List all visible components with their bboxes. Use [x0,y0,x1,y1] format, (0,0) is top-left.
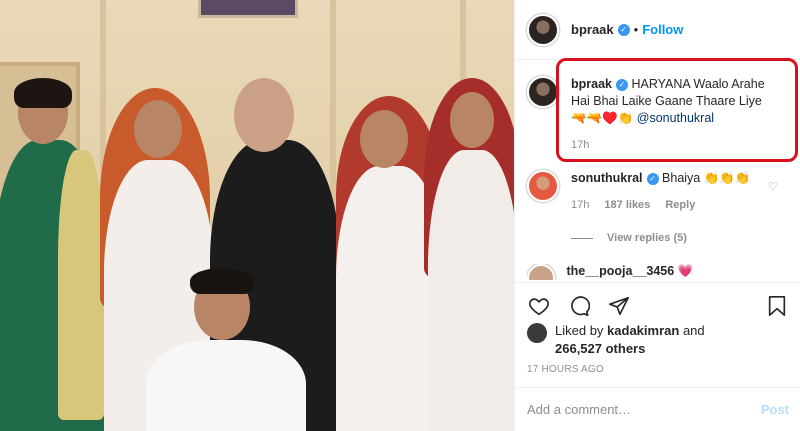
post-timestamp[interactable]: 17 HOURS AGO [527,364,604,375]
view-replies-label: View replies (5) [607,232,687,244]
instagram-post: bpraak ✓ • Follow bpraak ✓ HARYANA Waalo … [0,0,800,431]
view-replies-button[interactable]: View replies (5) [571,232,687,244]
avatar[interactable] [527,264,555,280]
liked-by-and: and [682,323,705,338]
avatar[interactable] [527,76,559,108]
post-header: bpraak ✓ • Follow [515,0,800,60]
head-bald [234,78,294,152]
dupatta [58,150,104,420]
likes-count[interactable]: 266,527 others [555,341,645,356]
reply-button[interactable]: Reply [665,199,695,211]
comment-username[interactable]: sonuthukral [571,171,643,185]
verified-badge-icon: ✓ [646,173,659,185]
comment-likes[interactable]: 187 likes [604,199,650,211]
caption-username[interactable]: bpraak [571,77,612,91]
comment-item: sonuthukral ✓ Bhaiya 👏👏👏 17h 187 likes Re… [527,170,795,214]
comment-text: 💗 [677,264,694,278]
hair [14,78,72,108]
head [450,92,494,148]
bookmark-icon[interactable] [765,294,789,318]
follow-button[interactable]: Follow [642,22,683,37]
comment-item: the__pooja__3456 💗 [527,264,795,280]
post-photo[interactable] [0,0,514,431]
head [360,110,408,168]
comment-username[interactable]: the__pooja__3456 [566,264,674,278]
verified-badge-icon: ✓ [616,79,628,91]
comment-time[interactable]: 17h [571,199,589,211]
share-paper-plane-icon[interactable] [607,294,631,318]
separator: • [633,22,639,37]
caption-time[interactable]: 17h [571,139,589,151]
hair [190,268,254,294]
comment-input[interactable]: Add a comment… [527,402,761,417]
header-username[interactable]: bpraak [571,22,614,37]
like-heart-icon[interactable] [527,294,551,318]
comment-text: Bhaiya 👏👏👏 [662,171,751,185]
liker-avatar[interactable] [527,323,547,343]
likes-summary: Liked by kadakimran and 266,527 others [527,322,705,358]
caption-mention[interactable]: @sonuthukral [637,111,714,125]
liked-by-prefix: Liked by [555,323,604,338]
avatar[interactable] [527,170,559,202]
post-button[interactable]: Post [761,402,789,417]
head [134,100,182,158]
caption: bpraak ✓ HARYANA Waalo Arahe Hai Bhai Lai… [527,76,795,154]
verified-badge-icon: ✓ [617,23,630,36]
add-comment-bar: Add a comment… Post [515,387,800,431]
person-man-white-jersey [146,340,306,431]
heart-icon[interactable]: ♡ [768,180,778,193]
liked-by-user[interactable]: kadakimran [607,323,679,338]
avatar[interactable] [527,13,559,46]
wall-frame [198,0,298,18]
divider [571,237,593,239]
person-elderly-woman-right [428,150,514,431]
comment-bubble-icon[interactable] [567,294,591,318]
post-sidebar: bpraak ✓ • Follow bpraak ✓ HARYANA Waalo … [514,0,800,431]
